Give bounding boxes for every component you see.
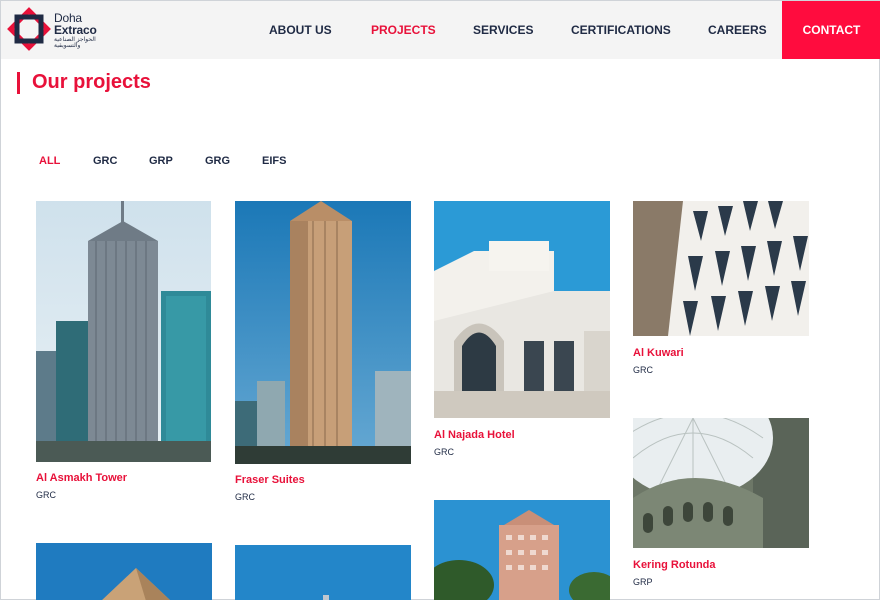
project-card-al-najada-hotel[interactable]: Al Najada Hotel GRC — [434, 201, 610, 463]
project-card[interactable] — [235, 545, 411, 600]
nav-about-us[interactable]: ABOUT US — [269, 1, 332, 59]
project-card[interactable] — [434, 500, 610, 600]
filter-grg[interactable]: GRG — [205, 155, 230, 167]
logo-mark-icon — [7, 7, 51, 51]
project-category: GRC — [36, 490, 56, 500]
filter-eifs[interactable]: EIFS — [262, 155, 286, 167]
project-image[interactable] — [36, 543, 212, 600]
project-image[interactable] — [434, 500, 610, 600]
project-card[interactable] — [36, 543, 212, 600]
page-title: Our projects — [32, 71, 151, 93]
beige-tower-photo — [235, 201, 411, 464]
glass-skyscrapers-photo — [36, 201, 211, 462]
filter-grp[interactable]: GRP — [149, 155, 173, 167]
project-name[interactable]: Al Najada Hotel — [434, 429, 515, 441]
project-image[interactable] — [633, 201, 809, 336]
filter-grc[interactable]: GRC — [93, 155, 117, 167]
pink-tower-with-trees-photo — [434, 500, 610, 600]
project-category: GRC — [235, 492, 255, 502]
project-category: GRP — [633, 577, 653, 587]
company-logo[interactable]: Doha Extraco الحواجز الصناعية والتسويقية — [7, 7, 107, 53]
project-image[interactable] — [235, 545, 411, 600]
project-card-al-kuwari[interactable]: Al Kuwari GRC — [633, 201, 809, 381]
project-image[interactable] — [633, 418, 809, 548]
project-card-kering-rotunda[interactable]: Kering Rotunda GRP — [633, 418, 809, 593]
site-header: Doha Extraco الحواجز الصناعية والتسويقية… — [1, 1, 880, 59]
blue-sky-photo — [235, 545, 411, 600]
pyramid-under-blue-sky-photo — [36, 543, 212, 600]
nav-projects[interactable]: PROJECTS — [371, 1, 436, 59]
project-card-fraser-suites[interactable]: Fraser Suites GRC — [235, 201, 411, 509]
project-category: GRC — [434, 447, 454, 457]
dome-interior-photo — [633, 418, 809, 548]
project-image[interactable] — [235, 201, 411, 464]
white-arched-hotel-photo — [434, 201, 610, 418]
project-name[interactable]: Fraser Suites — [235, 474, 305, 486]
contact-button[interactable]: CONTACT — [782, 1, 880, 59]
title-accent-bar — [17, 72, 20, 94]
project-image[interactable] — [434, 201, 610, 418]
project-card-al-asmakh-tower[interactable]: Al Asmakh Tower GRC — [36, 201, 211, 506]
nav-certifications[interactable]: CERTIFICATIONS — [571, 1, 671, 59]
project-name[interactable]: Al Kuwari — [633, 347, 684, 359]
logo-arabic-text: الحواجز الصناعية والتسويقية — [54, 37, 96, 49]
filter-all[interactable]: ALL — [39, 155, 60, 167]
logo-name-line2: Extraco — [54, 23, 97, 37]
project-image[interactable] — [36, 201, 211, 462]
project-name[interactable]: Kering Rotunda — [633, 559, 716, 571]
project-name[interactable]: Al Asmakh Tower — [36, 472, 127, 484]
nav-careers[interactable]: CAREERS — [708, 1, 767, 59]
project-category: GRC — [633, 365, 653, 375]
lattice-facade-photo — [633, 201, 809, 336]
nav-services[interactable]: SERVICES — [473, 1, 533, 59]
